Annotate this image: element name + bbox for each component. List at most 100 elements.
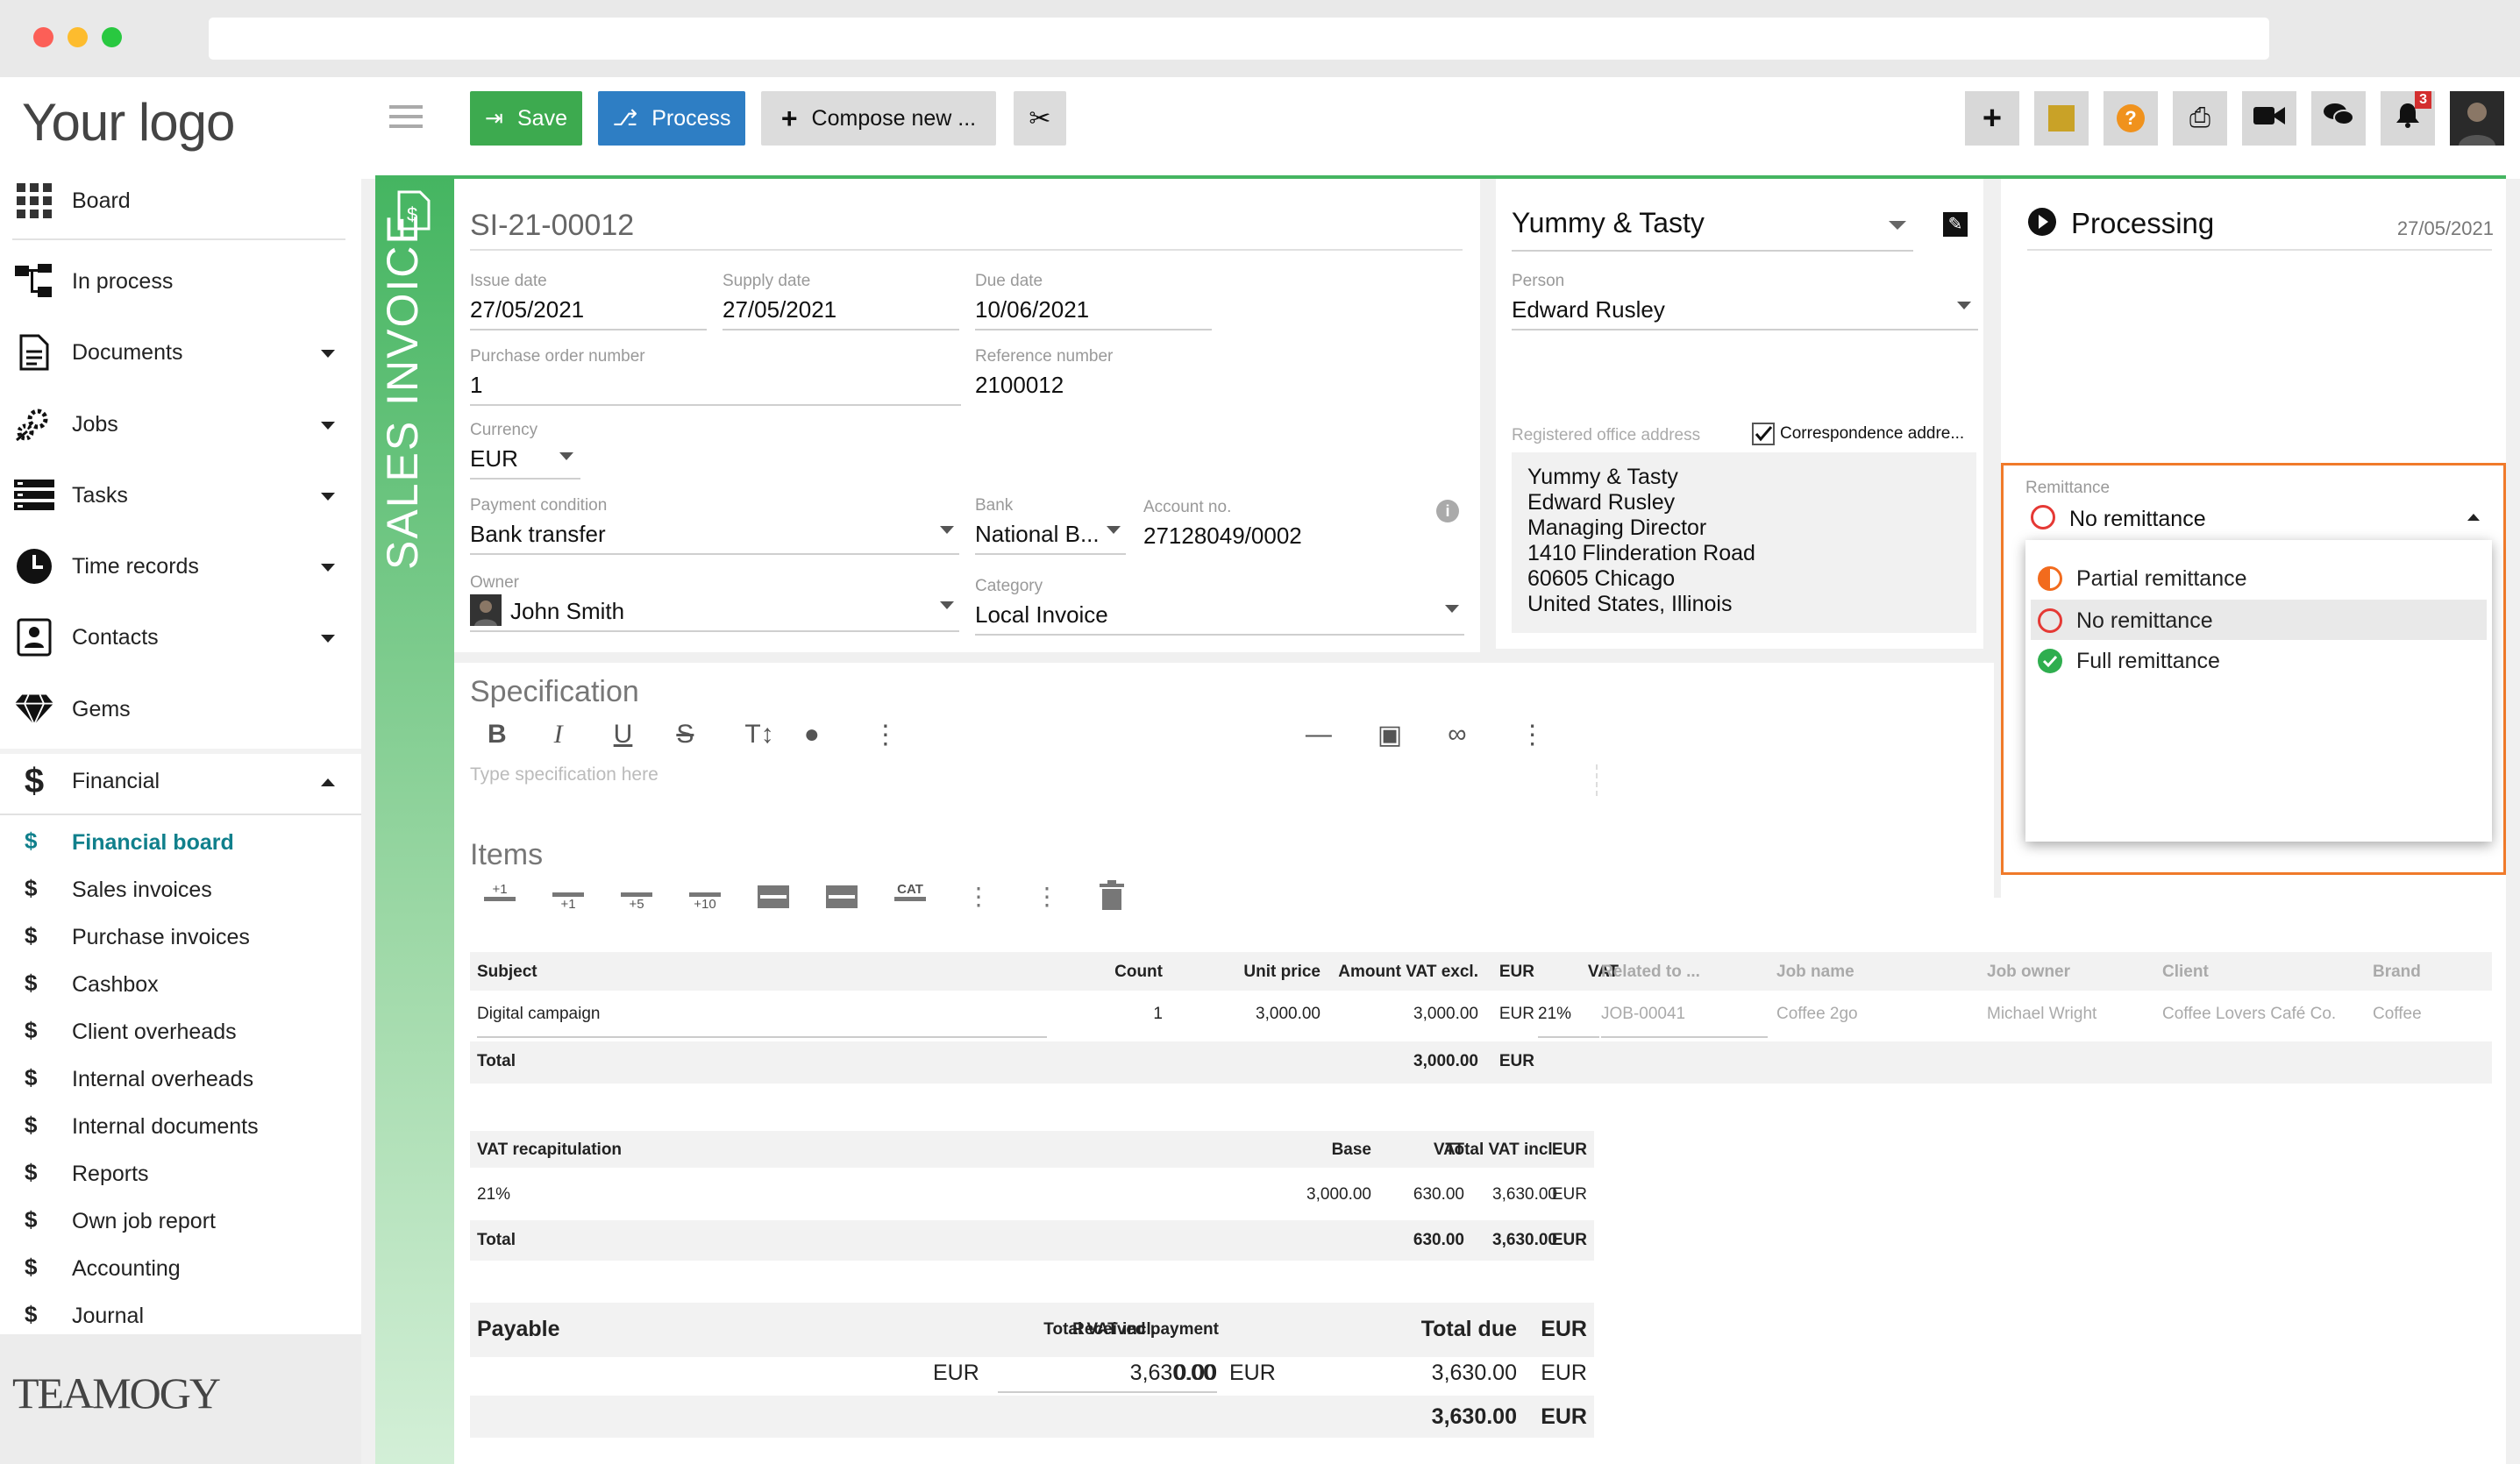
more-vertical-icon[interactable]: ⋮ — [966, 882, 991, 911]
sidebar-item-sales-invoices[interactable]: $ Sales invoices — [0, 866, 361, 910]
add-row-above-button[interactable]: +1 — [484, 882, 516, 901]
option-no-remittance[interactable]: No remittance — [2031, 600, 2487, 640]
color-drop-icon[interactable]: ● — [804, 720, 820, 750]
supply-date-field[interactable]: Supply date 27/05/2021 — [723, 272, 959, 330]
gears-icon — [14, 407, 54, 442]
chat-button[interactable] — [2311, 91, 2366, 146]
add-5-rows-button[interactable]: +5 — [621, 892, 652, 912]
minimize-window-button[interactable] — [68, 27, 88, 47]
more-vertical-icon[interactable]: ⋮ — [872, 720, 899, 750]
dollar-icon: $ — [25, 828, 38, 854]
sidebar-item-financial-board[interactable]: $ Financial board — [0, 819, 361, 863]
strikethrough-button[interactable]: S — [676, 720, 694, 750]
move-down-icon[interactable] — [826, 885, 858, 908]
info-icon[interactable]: i — [1436, 500, 1459, 522]
save-button[interactable]: ⇥ Save — [470, 91, 582, 146]
sidebar-item-internal-overheads[interactable]: $ Internal overheads — [0, 1055, 361, 1099]
bold-button[interactable]: B — [488, 720, 507, 750]
sidebar-item-cashbox[interactable]: $ Cashbox — [0, 961, 361, 1005]
italic-button[interactable]: I — [554, 720, 563, 750]
sidebar-item-contacts[interactable]: Contacts — [0, 610, 361, 664]
process-button[interactable]: ⎇ Process — [598, 91, 745, 146]
sidebar-item-reports[interactable]: $ Reports — [0, 1150, 361, 1194]
print-button[interactable]: ⎙ — [2173, 91, 2227, 146]
remittance-select[interactable]: No remittance — [2025, 501, 2492, 538]
move-up-icon[interactable] — [758, 885, 789, 908]
sidebar-item-time-records[interactable]: Time records — [0, 539, 361, 593]
sidebar-item-board[interactable]: Board — [0, 174, 361, 228]
option-partial-remittance[interactable]: Partial remittance — [2025, 558, 2492, 598]
sidebar-item-internal-documents[interactable]: $ Internal documents — [0, 1103, 361, 1147]
sidebar-item-own-job-report[interactable]: $ Own job report — [0, 1197, 361, 1241]
items-total: Total 3,000.00 EUR — [477, 1052, 1534, 1070]
trash-icon[interactable] — [1100, 880, 1124, 910]
currency-select[interactable]: Currency EUR — [470, 421, 580, 480]
edit-icon[interactable]: ✎ — [1943, 212, 1968, 237]
address-bar[interactable] — [209, 18, 2269, 60]
horizontal-rule-button[interactable]: — — [1306, 720, 1332, 750]
no-remittance-icon — [2038, 608, 2062, 633]
menu-icon[interactable] — [389, 103, 423, 130]
underline-button[interactable]: U — [614, 720, 633, 750]
add-row-below-button[interactable]: +1 — [552, 892, 584, 912]
image-icon[interactable]: ▣ — [1377, 720, 1402, 750]
grid-icon — [14, 183, 54, 218]
sales-invoice-label: SALES INVOICE — [378, 213, 427, 570]
sidebar-item-gems[interactable]: Gems — [0, 682, 361, 736]
dollar-icon: $ — [25, 1017, 38, 1043]
help-button[interactable]: ? — [2104, 91, 2158, 146]
due-date-field[interactable]: Due date 10/06/2021 — [975, 272, 1212, 330]
sidebar-item-purchase-invoices[interactable]: $ Purchase invoices — [0, 913, 361, 957]
add-button[interactable]: + — [1965, 91, 2019, 146]
chevron-down-icon — [940, 526, 954, 534]
sidebar-item-accounting[interactable]: $ Accounting — [0, 1245, 361, 1289]
bank-select[interactable]: Bank National B... — [975, 496, 1126, 555]
payment-condition-select[interactable]: Payment condition Bank transfer — [470, 496, 959, 555]
issue-date-field[interactable]: Issue date 27/05/2021 — [470, 272, 707, 330]
chevron-down-icon — [321, 493, 335, 501]
sidebar-item-in-process[interactable]: In process — [0, 254, 361, 309]
compose-new-button[interactable]: + Compose new ... — [761, 91, 996, 146]
maximize-window-button[interactable] — [102, 27, 122, 47]
received-payment-input[interactable]: 0.00 — [998, 1361, 1217, 1393]
correspondence-address-label: Correspondence addre... — [1780, 424, 1965, 443]
chevron-down-icon — [321, 635, 335, 643]
chevron-up-icon — [2467, 514, 2480, 521]
account-number-field[interactable]: Account no. 27128049/0002 — [1143, 496, 1406, 555]
category-select[interactable]: Category Local Invoice — [975, 577, 1464, 636]
vat-select[interactable]: 21% — [1538, 1005, 1599, 1038]
sidebar-item-financial[interactable]: $ Financial — [0, 754, 361, 808]
play-icon — [2027, 207, 2057, 237]
sidebar-item-client-overheads[interactable]: $ Client overheads — [0, 1008, 361, 1052]
avatar[interactable] — [2450, 91, 2504, 146]
more-vertical-icon[interactable]: ⋮ — [1520, 720, 1546, 750]
person-select[interactable]: Person Edward Rusley — [1512, 272, 1978, 330]
sidebar-item-documents[interactable]: Documents — [0, 325, 361, 380]
note-button[interactable] — [2034, 91, 2089, 146]
video-button[interactable] — [2242, 91, 2296, 146]
text-size-button[interactable]: T↕ — [744, 720, 773, 750]
owner-select[interactable]: Owner John Smith — [470, 573, 959, 632]
link-icon[interactable]: ∞ — [1448, 720, 1466, 750]
client-select[interactable]: Yummy & Tasty — [1512, 207, 1913, 252]
purchase-order-field[interactable]: Purchase order number 1 — [470, 347, 961, 406]
close-window-button[interactable] — [33, 27, 53, 47]
sidebar-item-jobs[interactable]: Jobs — [0, 397, 361, 451]
option-full-remittance[interactable]: Full remittance — [2025, 640, 2492, 680]
specification-input[interactable]: Type specification here — [470, 764, 1598, 796]
correspondence-checkbox[interactable] — [1752, 423, 1775, 445]
notifications-button[interactable]: 3 — [2381, 91, 2435, 146]
sidebar-item-tasks[interactable]: Tasks — [0, 468, 361, 522]
more-vertical-icon[interactable]: ⋮ — [1035, 882, 1059, 911]
chevron-down-icon — [321, 422, 335, 430]
address-box: Yummy & Tasty Edward Rusley Managing Dir… — [1512, 452, 1976, 633]
clock-icon — [14, 549, 54, 584]
chevron-down-icon — [1889, 221, 1906, 230]
tools-button[interactable]: ✂ — [1014, 91, 1066, 146]
category-button[interactable]: CAT — [894, 882, 926, 901]
reference-number-field[interactable]: Reference number 2100012 — [975, 347, 1212, 404]
sidebar-item-journal[interactable]: $ Journal — [0, 1292, 361, 1336]
chevron-down-icon — [1957, 302, 1971, 309]
add-10-rows-button[interactable]: +10 — [689, 892, 721, 912]
vat-recap-table: VAT recapitulation Base VAT Total VAT in… — [477, 1141, 1587, 1249]
